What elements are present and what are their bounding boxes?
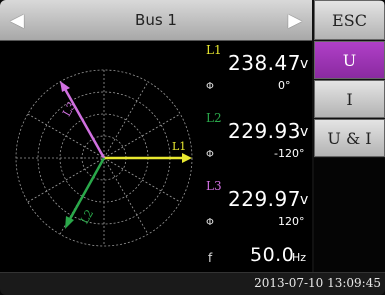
- l1-angle-symbol: Φ: [206, 81, 214, 92]
- status-bar: 2013-07-10 13:09:45: [0, 272, 385, 295]
- phasor-l1-arrowhead: [182, 153, 192, 163]
- phasor-diagram: L1 L3 L2: [15, 69, 193, 247]
- arrow-right-icon[interactable]: ▶: [278, 0, 312, 40]
- measurement-panel: L1 238.47 v Φ 0° L2 229.93 v Φ -120° L3 …: [200, 41, 312, 272]
- l1-label: L1: [206, 43, 222, 57]
- arrow-left-icon[interactable]: ◀: [0, 0, 34, 40]
- frequency-value: 50.0: [250, 244, 295, 266]
- phasor-l2-arrowhead: [65, 216, 74, 229]
- l2-angle-symbol: Φ: [206, 149, 214, 160]
- phasor-l2-label: L2: [78, 207, 96, 226]
- phasor-l3-arrowhead: [60, 81, 70, 92]
- phasor-l1-label: L1: [172, 140, 186, 153]
- title-bar: ◀ Bus 1 ▶: [0, 0, 312, 41]
- side-panel-empty: [314, 158, 385, 272]
- l3-voltage-unit: v: [300, 192, 309, 208]
- phasor-l3-label: L3: [60, 100, 78, 119]
- l2-voltage-unit: v: [300, 124, 309, 140]
- phasor-l3: [63, 88, 106, 159]
- l1-voltage-value: 238.47: [228, 51, 301, 75]
- l2-label: L2: [206, 111, 222, 125]
- voltage-current-button[interactable]: U & I: [314, 119, 385, 157]
- l2-angle-value: -120°: [274, 147, 305, 160]
- timestamp: 2013-07-10 13:09:45: [254, 276, 381, 290]
- l3-label: L3: [206, 179, 222, 193]
- l2-voltage-value: 229.93: [228, 119, 301, 143]
- l3-angle-value: 120°: [278, 215, 305, 228]
- l3-voltage-value: 229.97: [228, 187, 301, 211]
- l1-voltage-unit: v: [300, 56, 309, 72]
- current-button[interactable]: I: [314, 80, 385, 118]
- device-screen: ◀ Bus 1 ▶ ESC U I U & I L1 L3 L2 L1 238.…: [0, 0, 385, 295]
- frequency-unit: Hz: [292, 251, 307, 264]
- page-title: Bus 1: [135, 11, 177, 29]
- l3-angle-symbol: Φ: [206, 217, 214, 228]
- frequency-symbol: f: [208, 251, 213, 265]
- main-area: L1 L3 L2 L1 238.47 v Φ 0° L2 229.93 v Φ …: [0, 41, 312, 272]
- l1-angle-value: 0°: [278, 79, 291, 92]
- voltage-button[interactable]: U: [314, 41, 385, 79]
- esc-button[interactable]: ESC: [314, 0, 385, 40]
